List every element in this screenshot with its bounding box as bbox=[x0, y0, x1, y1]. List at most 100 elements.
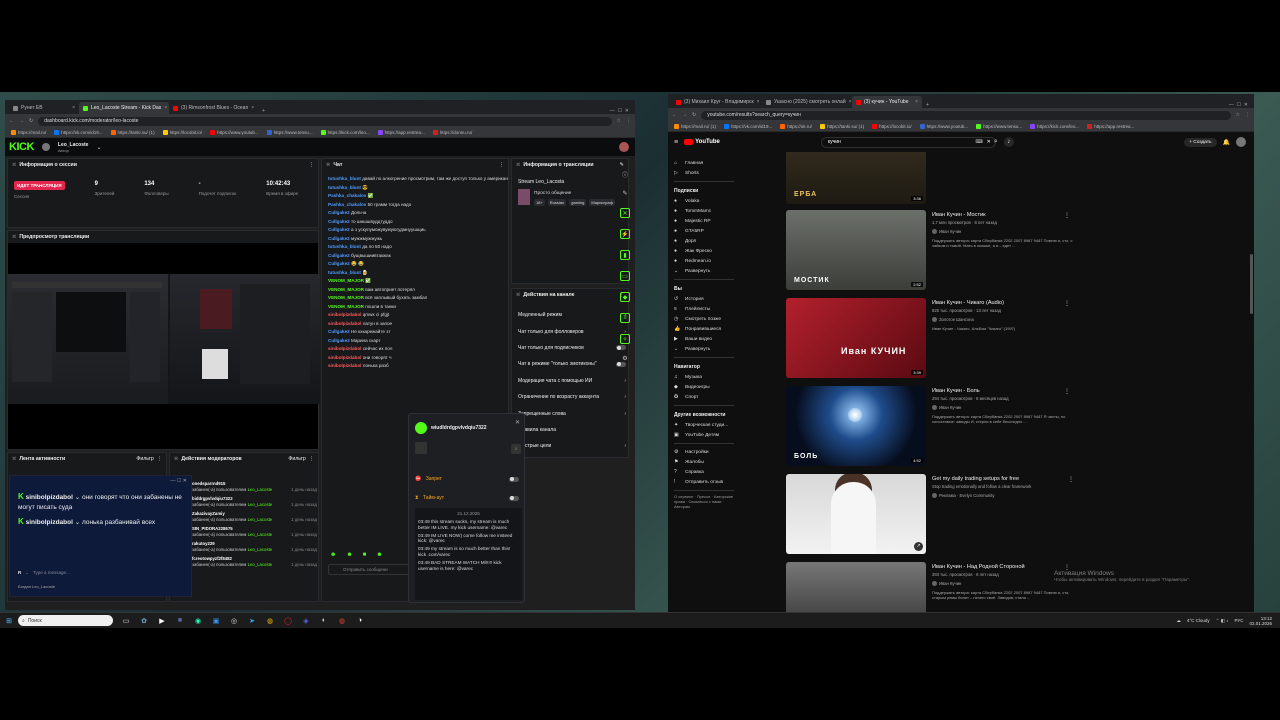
url-field[interactable]: youtube.com/results?search_query=кучин bbox=[701, 110, 1231, 120]
tray-icons[interactable]: ⌃ ◧ ♪ bbox=[1216, 618, 1229, 624]
channel-action-row[interactable]: Чат только для фолловеров › bbox=[518, 323, 626, 339]
drag-icon[interactable]: ⁙ bbox=[326, 162, 330, 168]
youtube-logo[interactable]: YouTube bbox=[684, 139, 720, 145]
sidebar-item[interactable]: ◷ Смотреть позже bbox=[674, 314, 744, 324]
profile-avatar[interactable] bbox=[619, 142, 629, 152]
drag-icon[interactable]: ⁙ bbox=[174, 456, 178, 462]
bookmark-item[interactable]: https://ok.ru/ bbox=[780, 124, 812, 129]
search-box[interactable]: кучин ⌨ ✕ bbox=[820, 136, 996, 148]
discord-icon[interactable]: ◈ bbox=[301, 616, 311, 626]
emote-icon[interactable]: ☻ bbox=[330, 552, 336, 558]
sidebar-item[interactable]: ⌄ Развернуть bbox=[674, 266, 744, 276]
scrollbar[interactable] bbox=[1250, 254, 1253, 314]
video-title[interactable]: Иван Кучин - Чикаго (Audio) bbox=[932, 300, 1082, 306]
browser-tab-active[interactable]: (3) кучин - YouTube × bbox=[852, 96, 922, 108]
settings-icon[interactable]: ⚙ bbox=[622, 355, 627, 362]
channel-action-row[interactable]: Правила канала bbox=[518, 422, 626, 438]
browser-tab[interactable]: (3) Михаил Круг - Владимирск × bbox=[672, 96, 762, 108]
edit-icon[interactable]: ✎ bbox=[620, 162, 624, 168]
sidebar-item[interactable]: ● Volaka bbox=[674, 196, 744, 206]
chevron-down-icon[interactable]: ⌄ bbox=[96, 144, 101, 151]
bookmark-item[interactable]: https://www.youtub... bbox=[919, 124, 968, 129]
chat-message[interactable]: sinibolpizdabol qmwx ci pfgjt bbox=[328, 311, 508, 320]
info-icon[interactable]: ⓘ bbox=[622, 170, 628, 179]
channel-action-row[interactable]: Модерация чата с помощью ИИ › bbox=[518, 373, 626, 389]
stream-tag[interactable]: Мариограф bbox=[589, 199, 615, 206]
filter-button[interactable]: Фильтр bbox=[288, 456, 305, 462]
chat-message[interactable]: tutushka_blunt 🍺 bbox=[328, 269, 508, 278]
close-icon[interactable]: ✕ bbox=[515, 419, 520, 426]
sidebar-item[interactable]: ● Дорл bbox=[674, 236, 744, 246]
sidebar-item[interactable]: ⚙ Настройки bbox=[674, 447, 744, 457]
menu-icon[interactable]: ⋮ bbox=[1245, 112, 1250, 118]
sidebar-item[interactable]: ▣ YouTube Детям bbox=[674, 430, 744, 440]
emote-icon[interactable]: ☻ bbox=[376, 552, 382, 558]
back-icon[interactable]: ← bbox=[9, 118, 14, 124]
trash-icon[interactable]: ▮ bbox=[620, 250, 630, 260]
emote-icon[interactable]: ☻ bbox=[346, 552, 352, 558]
chat-icon[interactable]: ▭ bbox=[620, 271, 630, 281]
browser-tab[interactable]: (3) Rimsonfrost Blues - Ocean × bbox=[169, 102, 258, 114]
star-icon[interactable]: ☆ bbox=[617, 118, 621, 124]
mic-icon[interactable]: ♪ bbox=[1003, 137, 1014, 147]
emote-icon[interactable]: ■ bbox=[363, 552, 367, 558]
sidebar-item[interactable]: ▷ Shorts bbox=[674, 168, 744, 178]
drag-icon[interactable]: ⁙ bbox=[12, 162, 16, 168]
reload-icon[interactable]: ↻ bbox=[29, 118, 33, 124]
windows-start-icon[interactable]: ⊞ bbox=[4, 616, 14, 626]
more-icon[interactable]: ⋮ bbox=[309, 162, 314, 168]
stream-tag[interactable]: Russian bbox=[547, 199, 567, 206]
popup-message-input[interactable]: R ⌄ Type a message... bbox=[18, 568, 188, 577]
sidebar-item[interactable]: ● GTA5RP bbox=[674, 226, 744, 236]
video-title[interactable]: Get my daily trading setups for free bbox=[932, 476, 1082, 482]
chat-message[interactable]: sinibolpizdabol они говорят ч bbox=[328, 354, 508, 363]
sidebar-item[interactable]: ● TommMamc bbox=[674, 206, 744, 216]
sidebar-item[interactable]: ✪ Спорт bbox=[674, 392, 744, 402]
stream-preview-video[interactable] bbox=[8, 274, 320, 404]
reload-icon[interactable]: ↻ bbox=[692, 112, 696, 118]
channel-name[interactable]: Реклама · Evelyn Community bbox=[932, 493, 1082, 498]
media-player-icon[interactable]: ▶ bbox=[157, 616, 167, 626]
menu-icon[interactable]: ⋮ bbox=[626, 118, 631, 124]
chat-message[interactable]: VENOM_MAJOR пошли в танки bbox=[328, 303, 508, 312]
chat-message[interactable]: sinibolpizdabol сейчас их пол bbox=[328, 345, 508, 354]
video-thumbnail[interactable]: ↗ bbox=[786, 474, 926, 554]
chat-message[interactable]: Cullgake2 Дольча bbox=[328, 209, 508, 218]
browser-tab[interactable]: Рунет ЕВ × bbox=[9, 102, 79, 114]
sidebar-item[interactable]: ! Отправить отзыв bbox=[674, 477, 744, 487]
chat-message[interactable]: Cullgake2 бущвышиивтакжак bbox=[328, 252, 508, 261]
bookmark-item[interactable]: https://kick.com/leo... bbox=[1030, 124, 1079, 129]
edge-icon[interactable]: ◉ bbox=[193, 616, 203, 626]
more-icon[interactable]: ⋮ bbox=[157, 456, 162, 462]
chat-message[interactable]: Pashka_chakalov 50 грамм тогда надо bbox=[328, 201, 508, 210]
video-title[interactable]: Иван Кучин - Боль bbox=[932, 388, 1082, 394]
kick-logo[interactable]: KICK bbox=[9, 141, 34, 153]
external-link-icon[interactable]: ↗ bbox=[914, 542, 923, 551]
toggle-switch[interactable] bbox=[616, 361, 626, 367]
chrome-icon[interactable]: ◍ bbox=[265, 616, 275, 626]
bookmark-item[interactable]: https://mail.ru/ bbox=[11, 130, 46, 135]
timeout-row[interactable]: ⧗ Тайм-аут bbox=[415, 489, 519, 507]
sidebar-item[interactable]: 👍 Понравившиеся bbox=[674, 324, 744, 334]
chat-message[interactable]: tutushka_blunt давай по алкогрение просм… bbox=[328, 175, 508, 184]
forward-icon[interactable]: → bbox=[19, 118, 24, 124]
more-icon[interactable]: ⋮ bbox=[499, 162, 504, 168]
forward-icon[interactable]: → bbox=[682, 112, 687, 118]
sidebar-item[interactable]: ● Majestic RP bbox=[674, 216, 744, 226]
store-icon[interactable]: ▣ bbox=[211, 616, 221, 626]
weather-icon[interactable]: ☁ bbox=[1176, 618, 1181, 624]
sidebar-item[interactable]: ↺ История bbox=[674, 294, 744, 304]
chat-message[interactable]: Cullgake2 Марина скарт bbox=[328, 337, 508, 346]
bookmark-item[interactable]: https://donnu.ru/ bbox=[432, 130, 472, 135]
chat-message[interactable]: Cullgake2 Не кхкарежайте зт bbox=[328, 328, 508, 337]
url-field[interactable]: dashboard.kick.com/moderator/leo-lacoste bbox=[38, 116, 612, 126]
drag-icon[interactable]: ⁙ bbox=[516, 162, 520, 168]
sidebar-item[interactable]: ◆ Видеоигры bbox=[674, 382, 744, 392]
telegram-icon[interactable]: ➤ bbox=[247, 616, 257, 626]
bookmark-item[interactable]: https://locobit.io/ bbox=[162, 130, 202, 135]
bolt-icon[interactable]: ⚡ bbox=[620, 229, 630, 239]
more-icon[interactable]: ⋮ bbox=[1064, 388, 1070, 395]
chat-message[interactable]: Cullgake2 то шишшвуддтуддо bbox=[328, 218, 508, 227]
drag-icon[interactable]: ⁙ bbox=[12, 234, 16, 240]
chat-message[interactable]: VENOM_MAJOR всё заплывый бухать замбал bbox=[328, 294, 508, 303]
